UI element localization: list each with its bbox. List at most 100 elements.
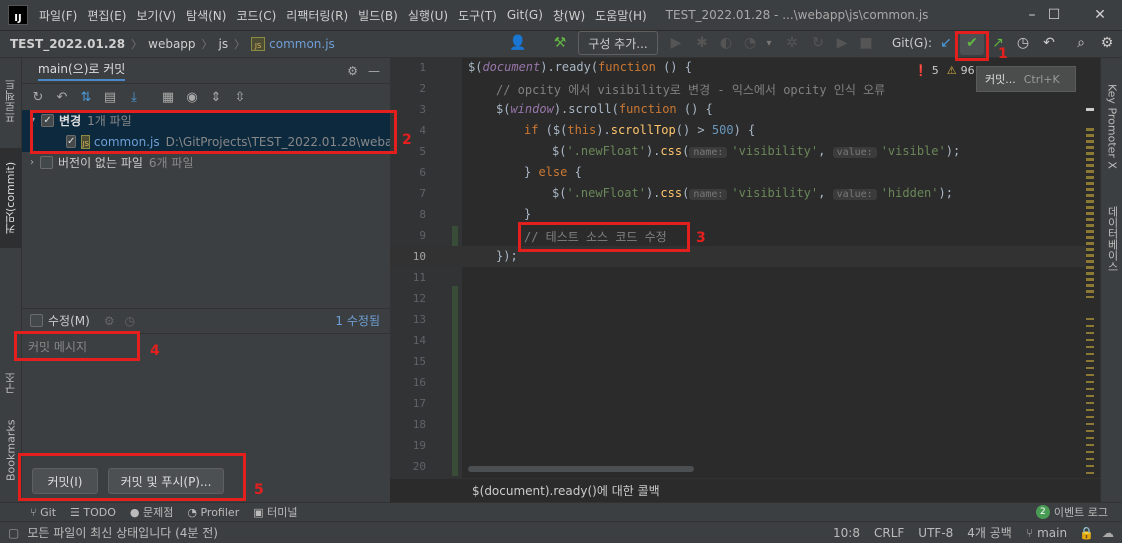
eye-icon[interactable]: ◉ (182, 87, 202, 107)
status-square-icon[interactable]: ▢ (8, 526, 19, 540)
chevron-right-icon: 〉 (201, 38, 213, 51)
tab-git[interactable]: ⑂ Git (30, 506, 56, 519)
tab-problems-label: 문제점 (143, 506, 174, 519)
search-icon[interactable]: ⌕ (1070, 31, 1092, 55)
add-configuration-button[interactable]: 구성 추가... (578, 31, 658, 55)
tok: this (567, 123, 597, 137)
unversioned-group-row[interactable]: › 버전이 없는 파일 6개 파일 (22, 152, 390, 173)
run-again-icon[interactable]: ↻ (808, 31, 828, 55)
cursor-position[interactable]: 10:8 (833, 526, 860, 540)
line-number: 19 (412, 439, 426, 452)
expand-all-icon[interactable]: ⇕ (206, 87, 226, 107)
tab-problems[interactable]: ● 문제점 (130, 504, 173, 520)
tab-database[interactable]: 데이터베이스 (1101, 194, 1122, 284)
param-hint: name: (689, 147, 728, 158)
debug-icon[interactable]: ✱ (692, 31, 712, 55)
breadcrumb-file[interactable]: common.js (269, 37, 335, 51)
tab-key-promoter[interactable]: Key Promoter X (1101, 66, 1122, 186)
line-number: 18 (412, 418, 426, 431)
warning-stripe-marks (1086, 318, 1094, 478)
line-number: 10 (412, 250, 426, 263)
horizontal-scrollbar[interactable] (468, 466, 694, 472)
menu-navigate[interactable]: 탐색(N) (181, 7, 231, 24)
line-number: 8 (419, 208, 426, 221)
menu-code[interactable]: 코드(C) (231, 7, 281, 24)
commit-panel-title[interactable]: main(으)로 커밋 (38, 60, 126, 81)
minimize-panel-icon[interactable]: — (368, 64, 380, 78)
notifications-icon[interactable]: ☁ (1102, 526, 1114, 540)
attach-debugger-icon[interactable]: ✲ (782, 31, 802, 55)
gear-icon[interactable]: ⚙ (347, 64, 358, 78)
lock-icon[interactable]: 🔒 (1079, 526, 1094, 540)
tok: ) { (733, 123, 756, 137)
group-by-icon[interactable]: ▦ (158, 87, 178, 107)
menu-tools[interactable]: 도구(T) (453, 7, 502, 24)
tok: $( (468, 60, 483, 74)
inspection-widget[interactable]: ❗ 5 ⚠ 96 (914, 64, 975, 77)
git-branch[interactable]: main (1037, 526, 1067, 540)
menu-refactor[interactable]: 리팩터링(R) (281, 7, 353, 24)
close-button[interactable]: ✕ (1078, 0, 1122, 30)
gear-icon[interactable]: ⚙ (1096, 31, 1118, 55)
user-icon[interactable]: 👤 (506, 31, 530, 55)
annotation-box-4 (14, 331, 140, 361)
chevron-right-icon[interactable]: › (30, 157, 34, 168)
tab-terminal[interactable]: ▣ 터미널 (253, 504, 297, 520)
gear-icon[interactable]: ⚙ (104, 314, 115, 328)
tab-profiler[interactable]: ◔ Profiler (187, 506, 239, 519)
history-icon[interactable]: ◷ (1012, 31, 1034, 55)
editor-breadcrumb[interactable]: $(document).ready()에 대한 콜백 (390, 478, 1100, 502)
code-line-1: $(document).ready(function () { (468, 60, 692, 74)
diff-icon[interactable]: ▤ (100, 87, 120, 107)
git-update-icon[interactable]: ↙ (936, 31, 956, 55)
annotation-label-1: 1 (998, 46, 1008, 62)
tok: $( (496, 102, 511, 116)
current-line-highlight (390, 246, 1090, 267)
collapse-all-icon[interactable]: ⇳ (230, 87, 250, 107)
amend-checkbox[interactable] (30, 314, 43, 327)
line-number: 16 (412, 376, 426, 389)
tab-todo[interactable]: ☰ TODO (70, 506, 116, 519)
tok: ($( (538, 123, 568, 137)
rollback-icon[interactable]: ↶ (52, 87, 72, 107)
clock-icon[interactable]: ◷ (125, 314, 135, 328)
tab-structure[interactable]: 구조 (0, 358, 22, 408)
line-separator[interactable]: CRLF (874, 526, 904, 540)
breadcrumb-webapp[interactable]: webapp (148, 37, 195, 51)
tab-commit[interactable]: 커밋(commit) (0, 148, 22, 248)
tab-project[interactable]: 프로젝트 (0, 66, 22, 136)
stop-icon[interactable]: ■ (856, 31, 876, 55)
menu-help[interactable]: 도움말(H) (590, 7, 652, 24)
menu-edit[interactable]: 편집(E) (82, 7, 131, 24)
refresh-icon[interactable]: ↻ (28, 87, 48, 107)
download-icon[interactable]: ⤓ (124, 87, 144, 107)
tok: , (818, 144, 833, 158)
resume-icon[interactable]: ▶ (832, 31, 852, 55)
chevron-down-icon[interactable]: ▾ (762, 31, 776, 55)
hammer-build-icon[interactable]: ⚒ (548, 31, 572, 55)
git-label: Git(G): (891, 36, 933, 50)
maximize-button[interactable]: ☐ (1032, 0, 1076, 30)
coverage-icon[interactable]: ◐ (716, 31, 736, 55)
breadcrumb-project[interactable]: TEST_2022.01.28 (10, 37, 125, 51)
rollback-icon[interactable]: ↶ (1038, 31, 1060, 55)
error-stripe[interactable] (1084, 88, 1096, 478)
update-icon[interactable]: ⇅ (76, 87, 96, 107)
unversioned-checkbox[interactable] (40, 156, 53, 169)
js-file-icon: JS (251, 37, 266, 51)
event-log[interactable]: 2 이벤트 로그 (1035, 504, 1108, 520)
amend-label[interactable]: 수정(M) (48, 312, 90, 329)
profile-icon[interactable]: ◔ (740, 31, 760, 55)
breadcrumb-js[interactable]: js (219, 37, 229, 51)
menu-git[interactable]: Git(G) (502, 8, 548, 22)
menu-file[interactable]: 파일(F) (34, 7, 82, 24)
bottom-tool-tabs: ⑂ Git ☰ TODO ● 문제점 ◔ Profiler ▣ 터미널 2 이벤… (0, 502, 1122, 521)
indent-setting[interactable]: 4개 공백 (967, 524, 1012, 541)
menu-run[interactable]: 실행(U) (403, 7, 453, 24)
menu-view[interactable]: 보기(V) (131, 7, 181, 24)
menu-window[interactable]: 창(W) (548, 7, 590, 24)
file-encoding[interactable]: UTF-8 (918, 526, 953, 540)
menu-build[interactable]: 빌드(B) (353, 7, 403, 24)
code-editor[interactable]: 1 2 3 4 5 6 7 8 9 10 11 12 13 14 15 16 1… (390, 58, 1100, 502)
run-icon[interactable]: ▶ (666, 31, 686, 55)
